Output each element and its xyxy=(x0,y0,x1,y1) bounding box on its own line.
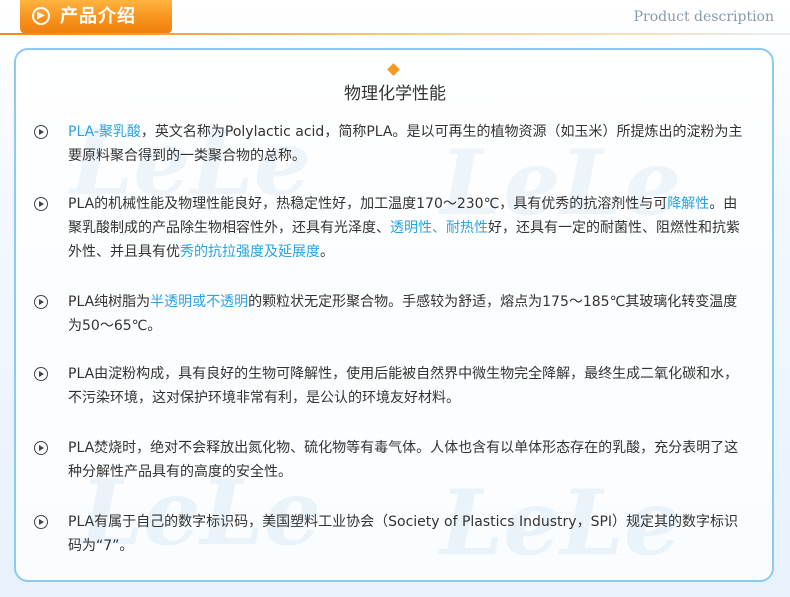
header-bar: ▶ 产品介绍 Product description xyxy=(0,0,790,35)
highlight-text: 半透明或不透明 xyxy=(150,294,249,310)
list-item-text: PLA焚烧时，绝对不会释放出氮化物、硫化物等有毒气体。人体也含有以单体形态存在的… xyxy=(68,436,750,484)
highlight-text: 降解性 xyxy=(667,196,710,212)
body-text: PLA由淀粉构成，具有良好的生物可降解性，使用后能被自然界中微生物完全降解，最终… xyxy=(68,366,739,406)
list-item-text: PLA纯树脂为半透明或不透明的颗粒状无定形聚合物。手感较为舒适，熔点为175～1… xyxy=(68,290,750,338)
body-text: PLA有属于自己的数字标识码，美国塑料工业协会（Society of Plast… xyxy=(68,514,739,554)
header-subtitle: Product description xyxy=(633,9,774,25)
section-title: 物理化学性能 xyxy=(344,84,446,104)
highlight-text: 秀的抗拉强度及延展度 xyxy=(180,244,320,260)
header-divider xyxy=(0,33,790,35)
bullet-arrow-icon xyxy=(34,441,48,455)
list-item-text: PLA-聚乳酸，英文名称为Polylactic acid，简称PLA。是以可再生… xyxy=(68,120,750,168)
play-circle-icon: ▶ xyxy=(32,7,50,25)
highlight-text: PLA-聚乳酸 xyxy=(68,124,141,140)
bullet-arrow-icon xyxy=(34,515,48,529)
section-tab: ▶ 产品介绍 xyxy=(20,0,172,34)
body-text: PLA的机械性能及物理性能良好，热稳定性好，加工温度170～230℃，具有优秀的… xyxy=(68,196,668,212)
tab-title: 产品介绍 xyxy=(60,6,136,27)
highlight-text: 透明性、耐热性 xyxy=(390,220,488,236)
body-text: PLA焚烧时，绝对不会释放出氮化物、硫化物等有毒气体。人体也含有以单体形态存在的… xyxy=(68,440,739,480)
body-text: ，英文名称为Polylactic acid，简称PLA。是以可再生的植物资源（如… xyxy=(68,124,743,164)
bullet-arrow-icon xyxy=(34,125,48,139)
body-text: PLA纯树脂为 xyxy=(68,294,151,310)
body-text: 。 xyxy=(320,244,334,260)
list-item-text: PLA有属于自己的数字标识码，美国塑料工业协会（Society of Plast… xyxy=(68,510,750,558)
bullet-arrow-icon xyxy=(34,197,48,211)
list-item-text: PLA的机械性能及物理性能良好，热稳定性好，加工温度170～230℃，具有优秀的… xyxy=(68,192,750,264)
bullet-arrow-icon xyxy=(34,295,48,309)
list-item-text: PLA由淀粉构成，具有良好的生物可降解性，使用后能被自然界中微生物完全降解，最终… xyxy=(68,362,750,410)
bullet-arrow-icon xyxy=(34,367,48,381)
